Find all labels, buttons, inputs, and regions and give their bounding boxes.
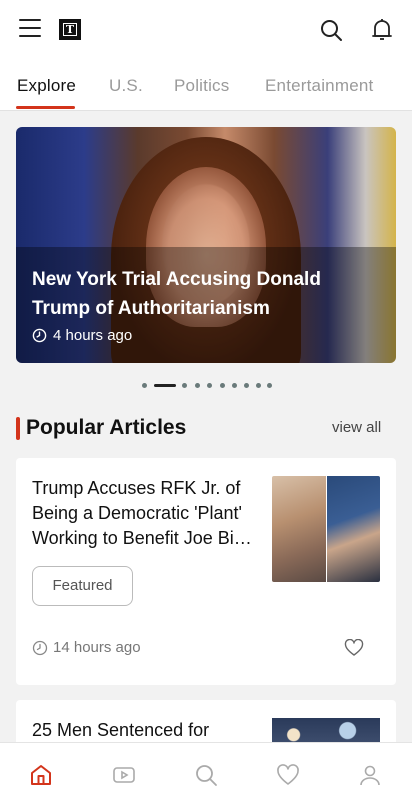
tab-entertainment[interactable]: Entertainment bbox=[265, 76, 373, 96]
logo-letter: T bbox=[63, 23, 77, 36]
hero-title: New York Trial Accusing Donald Trump of … bbox=[32, 269, 321, 319]
carousel-dot[interactable] bbox=[232, 383, 237, 388]
carousel-dot[interactable] bbox=[182, 383, 187, 388]
carousel-dot[interactable] bbox=[244, 383, 249, 388]
section-title: Popular Articles bbox=[26, 416, 187, 439]
article-thumbnail bbox=[272, 476, 380, 582]
video-icon[interactable] bbox=[112, 763, 136, 787]
search-icon[interactable] bbox=[194, 763, 218, 787]
top-bar: T bbox=[0, 0, 412, 60]
article-time-text: 14 hours ago bbox=[53, 639, 141, 656]
tab-politics[interactable]: Politics bbox=[174, 76, 229, 96]
favorite-heart-icon[interactable] bbox=[344, 639, 364, 657]
article-headline: Trump Accuses RFK Jr. of Being a Democra… bbox=[32, 478, 252, 548]
app-logo[interactable]: T bbox=[59, 19, 81, 40]
carousel-dot[interactable] bbox=[220, 383, 225, 388]
clock-icon bbox=[32, 640, 48, 655]
hero-time-text: 4 hours ago bbox=[53, 327, 133, 344]
view-all-link[interactable]: view all bbox=[332, 419, 381, 436]
search-icon[interactable] bbox=[319, 18, 343, 42]
hero-timestamp: 4 hours ago bbox=[32, 327, 132, 344]
clock-icon bbox=[32, 328, 47, 343]
section-accent-bar bbox=[16, 416, 20, 440]
thumbnail-right-photo bbox=[327, 476, 380, 582]
tab-us[interactable]: U.S. bbox=[109, 76, 143, 96]
article-timestamp: 14 hours ago bbox=[32, 639, 141, 656]
carousel-dot[interactable] bbox=[207, 383, 212, 388]
home-icon[interactable] bbox=[29, 763, 53, 787]
carousel-dot[interactable] bbox=[256, 383, 261, 388]
carousel-dot[interactable] bbox=[195, 383, 200, 388]
carousel-dot-active[interactable] bbox=[154, 384, 176, 387]
profile-icon[interactable] bbox=[358, 763, 382, 787]
hero-card[interactable]: New York Trial Accusing Donald Trump of … bbox=[16, 127, 396, 363]
menu-icon[interactable] bbox=[19, 19, 41, 39]
carousel-dot[interactable] bbox=[142, 383, 147, 388]
article-headline: 25 Men Sentenced for bbox=[32, 720, 210, 740]
tab-explore[interactable]: Explore bbox=[17, 76, 76, 96]
bottom-navigation bbox=[0, 742, 412, 800]
carousel-dot[interactable] bbox=[267, 383, 272, 388]
featured-badge[interactable]: Featured bbox=[32, 566, 133, 606]
bell-icon[interactable] bbox=[370, 17, 394, 43]
thumbnail-left-photo bbox=[272, 476, 326, 582]
category-tabs: Explore U.S. Politics Entertainment bbox=[0, 60, 412, 111]
popular-articles-header: Popular Articles bbox=[16, 415, 186, 441]
article-card[interactable]: Trump Accuses RFK Jr. of Being a Democra… bbox=[16, 458, 396, 685]
heart-icon[interactable] bbox=[276, 763, 300, 787]
active-tab-indicator bbox=[16, 106, 75, 109]
